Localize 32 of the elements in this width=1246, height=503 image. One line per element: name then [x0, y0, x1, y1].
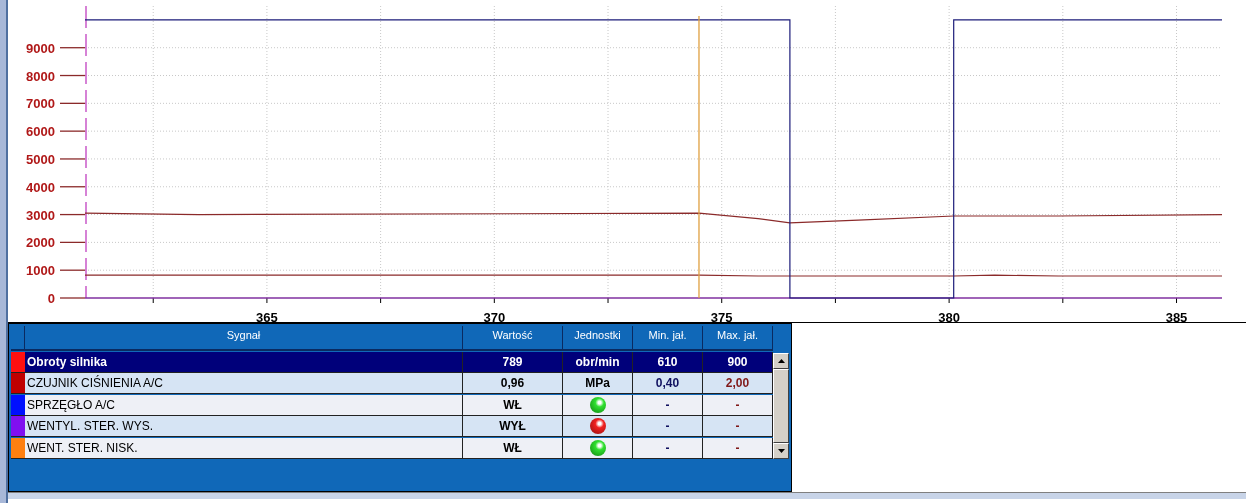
- max-cell: -: [703, 416, 773, 437]
- x-tick-label: 370: [483, 310, 506, 322]
- value-cell: WŁ: [463, 394, 563, 416]
- y-tick-label: 7000: [26, 96, 55, 112]
- min-cell: -: [633, 437, 703, 459]
- x-tick-label: 385: [1165, 310, 1188, 322]
- y-tick-label: 8000: [26, 68, 55, 84]
- y-tick-label: 5000: [26, 151, 55, 167]
- value-cell: WŁ: [463, 437, 563, 459]
- y-tick-label: 3000: [26, 207, 55, 223]
- y-tick-label: 6000: [26, 124, 55, 140]
- x-tick-label: 380: [938, 310, 960, 322]
- min-cell: 610: [633, 351, 703, 373]
- y-tick-label: 0: [47, 291, 55, 306]
- max-cell: 2,00: [703, 373, 773, 394]
- value-cell: 0,96: [463, 373, 563, 394]
- y-tick-label: 9000: [26, 40, 55, 56]
- y-tick-label: 2000: [26, 235, 55, 251]
- max-cell: 900: [703, 351, 773, 373]
- min-cell: -: [633, 394, 703, 416]
- x-tick-label: 375: [710, 310, 733, 322]
- y-tick-label: 1000: [26, 263, 55, 279]
- max-cell: -: [703, 394, 773, 416]
- value-cell: 789: [463, 351, 563, 373]
- x-tick-label: 365: [256, 310, 278, 322]
- max-cell: -: [703, 437, 773, 459]
- value-cell: WYŁ: [463, 416, 563, 437]
- y-tick-label: 4000: [26, 179, 55, 195]
- min-cell: 0,40: [633, 373, 703, 394]
- unit-cell: obr/min: [563, 351, 633, 373]
- unit-cell: MPa: [563, 373, 633, 394]
- min-cell: -: [633, 416, 703, 437]
